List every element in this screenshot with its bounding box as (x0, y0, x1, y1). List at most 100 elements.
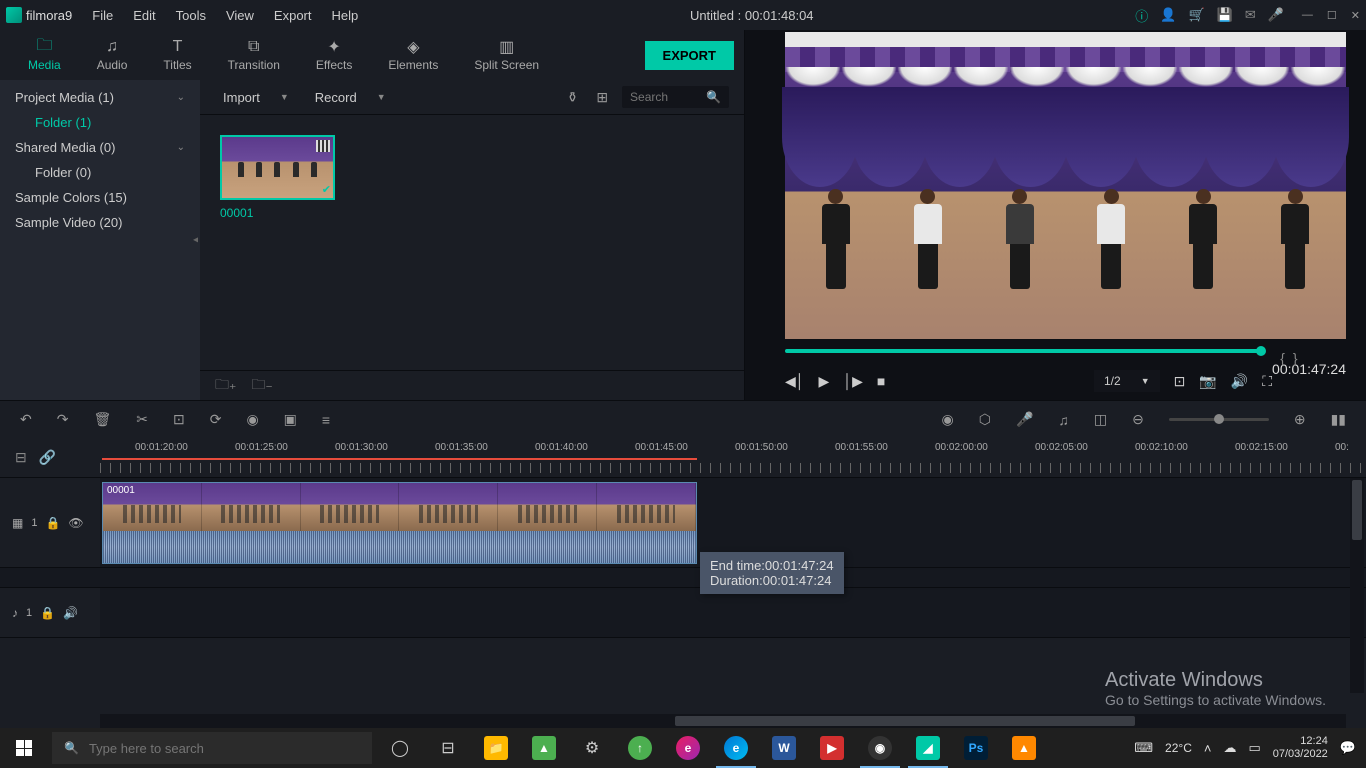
tab-audio[interactable]: ♫Audio (79, 32, 146, 78)
taskbar-app[interactable]: ⊟ (424, 728, 472, 768)
search-icon[interactable]: 🔍 (706, 90, 721, 104)
clip-thumbnail[interactable]: ✔ (220, 135, 335, 200)
undo-button[interactable]: ↶ (20, 411, 32, 428)
account-icon[interactable]: 👤 (1160, 7, 1176, 23)
adjust-button[interactable]: ≡ (322, 412, 330, 428)
volume-icon[interactable]: 🔊 (1231, 373, 1248, 390)
menu-export[interactable]: Export (264, 2, 322, 29)
word-button[interactable]: W (760, 728, 808, 768)
play-button[interactable]: ▶ (819, 373, 830, 390)
speaker-icon[interactable]: 🔊 (63, 606, 78, 620)
filter-icon[interactable]: ⚱ (563, 85, 583, 110)
marker-icon[interactable]: ⬡ (979, 411, 991, 428)
mark-in-icon[interactable]: { (1280, 350, 1285, 366)
lock-icon[interactable]: 🔒 (45, 516, 60, 530)
mic-icon[interactable]: 🎤 (1268, 7, 1284, 23)
photoshop-button[interactable]: Ps (952, 728, 1000, 768)
tab-elements[interactable]: ◈Elements (370, 32, 456, 78)
media-clip[interactable]: ✔ 00001 (220, 135, 335, 220)
taskbar-app[interactable]: e (664, 728, 712, 768)
cart-icon[interactable]: 🛒 (1188, 7, 1204, 23)
quality-icon[interactable]: ⊡ (1174, 373, 1186, 390)
clock[interactable]: 12:24 07/03/2022 (1273, 735, 1328, 761)
settings-button[interactable]: ⚙ (568, 728, 616, 768)
vertical-scrollbar[interactable] (1350, 478, 1364, 693)
save-icon[interactable]: 💾 (1217, 7, 1233, 23)
weather-widget[interactable]: 22°C (1165, 741, 1192, 755)
sidebar-collapse-icon[interactable]: ◂ (193, 235, 198, 246)
speed-button[interactable]: ⟳ (210, 411, 222, 428)
taskbar-search-input[interactable] (89, 741, 360, 756)
vlc-button[interactable]: ▲ (1000, 728, 1048, 768)
taskview-button[interactable]: ◯ (376, 728, 424, 768)
start-button[interactable] (0, 728, 48, 768)
manage-tracks-icon[interactable]: ⊟ (15, 449, 27, 466)
tab-splitscreen[interactable]: ▥Split Screen (456, 32, 557, 78)
import-dropdown[interactable]: Import▼ (215, 86, 297, 109)
eye-icon[interactable]: 👁 (68, 516, 83, 530)
tab-transition[interactable]: ⧉Transition (210, 32, 298, 78)
next-frame-button[interactable]: │▶ (843, 373, 863, 390)
prev-frame-button[interactable]: ◀│ (785, 373, 805, 390)
onedrive-icon[interactable]: ☁ (1223, 740, 1236, 756)
taskbar-app[interactable]: ▲ (520, 728, 568, 768)
render-icon[interactable]: ◉ (941, 411, 953, 428)
mail-icon[interactable]: ✉ (1245, 7, 1256, 23)
filmora-button[interactable]: ◢ (904, 728, 952, 768)
sidebar-item-shared-media[interactable]: Shared Media (0)⌄ (0, 135, 200, 160)
voiceover-icon[interactable]: 🎤 (1016, 411, 1033, 428)
horizontal-scrollbar[interactable] (100, 714, 1346, 728)
mixer-icon[interactable]: ♫ (1058, 412, 1069, 428)
stop-button[interactable]: ■ (877, 373, 885, 389)
taskbar-app[interactable]: ◉ (856, 728, 904, 768)
preview-video[interactable] (785, 32, 1346, 339)
sidebar-item-sample-colors[interactable]: Sample Colors (15) (0, 185, 200, 210)
keyboard-icon[interactable]: ⌨ (1134, 740, 1153, 756)
minimize-button[interactable]: — (1302, 9, 1313, 22)
timeline-clip[interactable]: 00001 (102, 482, 697, 564)
mark-out-icon[interactable]: } (1293, 350, 1298, 366)
preview-zoom-dropdown[interactable]: 1/2▼ (1094, 370, 1160, 392)
remove-folder-icon[interactable]: 🗀₋ (251, 374, 272, 398)
zoom-out-icon[interactable]: ⊖ (1132, 411, 1144, 428)
menu-tools[interactable]: Tools (166, 2, 216, 29)
redo-button[interactable]: ↷ (57, 411, 69, 428)
preview-scrubber[interactable] (785, 349, 1262, 353)
info-icon[interactable]: ⓘ (1135, 6, 1148, 25)
crop-button[interactable]: ⊡ (173, 411, 185, 428)
fullscreen-icon[interactable]: ⛶ (1262, 373, 1272, 390)
tray-chevron-icon[interactable]: ˄ (1204, 741, 1212, 756)
taskbar-app[interactable]: ▶ (808, 728, 856, 768)
add-folder-icon[interactable]: 🗀₊ (215, 374, 236, 398)
menu-view[interactable]: View (216, 2, 264, 29)
tab-titles[interactable]: TTitles (145, 32, 209, 78)
split-button[interactable]: ✂ (136, 411, 148, 428)
battery-icon[interactable]: ▭ (1248, 740, 1260, 756)
sidebar-item-sample-video[interactable]: Sample Video (20) (0, 210, 200, 235)
close-button[interactable]: ✕ (1351, 9, 1360, 22)
notifications-icon[interactable]: 💬 (1340, 740, 1356, 756)
greenscreen-button[interactable]: ▣ (284, 411, 297, 428)
sidebar-item-project-media[interactable]: Project Media (1)⌄ (0, 85, 200, 110)
search-input[interactable] (630, 90, 700, 104)
record-dropdown[interactable]: Record▼ (307, 86, 394, 109)
zoom-slider[interactable] (1169, 418, 1269, 421)
color-button[interactable]: ◉ (246, 411, 258, 428)
export-button[interactable]: EXPORT (645, 41, 734, 70)
tab-media[interactable]: 🗀Media (10, 32, 79, 78)
tab-effects[interactable]: ✦Effects (298, 32, 370, 78)
lock-icon[interactable]: 🔒 (40, 606, 55, 620)
menu-help[interactable]: Help (322, 2, 369, 29)
taskbar-app[interactable]: ↑ (616, 728, 664, 768)
menu-edit[interactable]: Edit (123, 2, 165, 29)
file-explorer-button[interactable]: 📁 (472, 728, 520, 768)
search-box[interactable]: 🔍 (622, 86, 729, 108)
taskbar-search[interactable]: 🔍 (52, 732, 372, 764)
view-icon[interactable]: ◫ (1094, 411, 1107, 428)
maximize-button[interactable]: ☐ (1327, 9, 1337, 22)
edge-button[interactable]: e (712, 728, 760, 768)
link-icon[interactable]: 🔗 (39, 449, 56, 466)
delete-button[interactable]: 🗑 (93, 411, 111, 428)
menu-file[interactable]: File (82, 2, 123, 29)
grid-view-icon[interactable]: ⊞ (592, 85, 612, 110)
